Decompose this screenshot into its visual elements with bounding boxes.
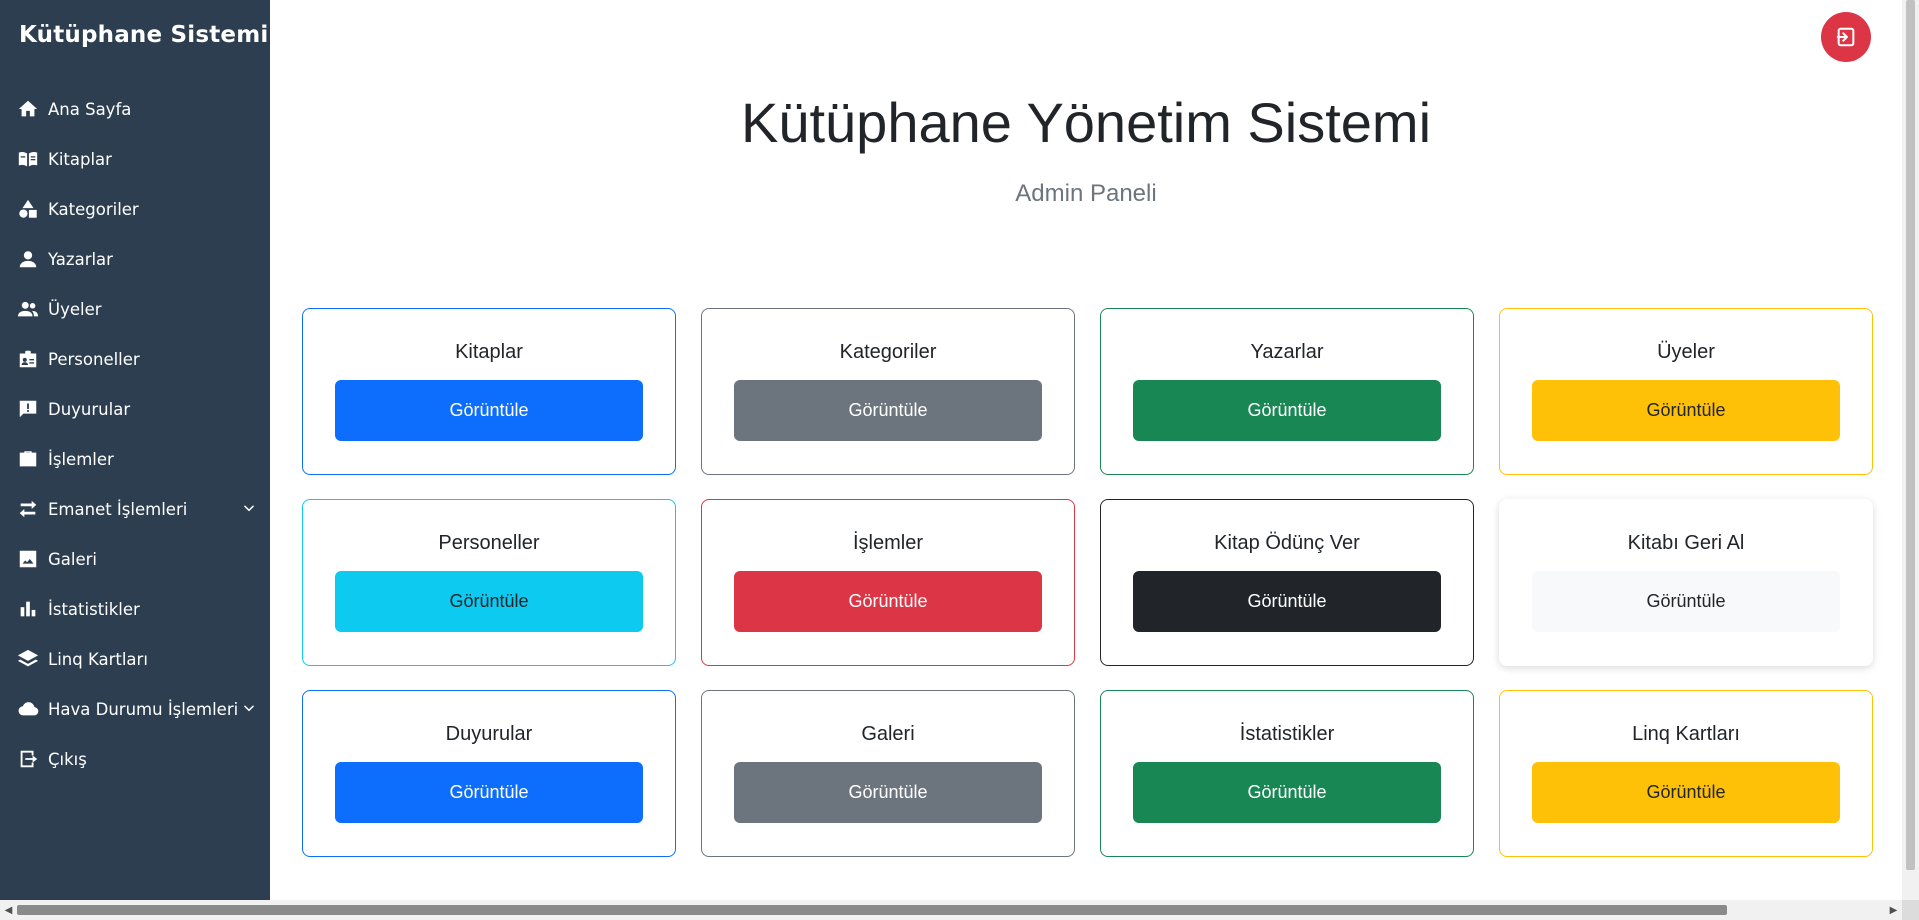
page-title: Kütüphane Yönetim Sistemi (740, 91, 1432, 154)
brand-title[interactable]: Kütüphane Sistemi (0, 0, 270, 70)
sidebar-item-label: Duyurular (48, 399, 131, 419)
sidebar-item-2[interactable]: Kitaplar (0, 134, 270, 184)
view-button[interactable]: Görüntüle (1133, 380, 1441, 441)
card-title: Kitaplar (455, 341, 523, 363)
card-title: Personeller (438, 532, 540, 554)
view-button[interactable]: Görüntüle (335, 380, 643, 441)
card-title: İşlemler (852, 532, 923, 554)
sidebar-item-label: Kategoriler (48, 199, 139, 219)
sidebar-item-13[interactable]: Hava Durumu İşlemleri (0, 684, 270, 734)
user-icon (16, 247, 40, 271)
vertical-scrollbar-thumb[interactable] (1906, 0, 1915, 870)
sidebar-item-label: Ana Sayfa (48, 99, 132, 119)
chevron-down-icon[interactable] (242, 500, 256, 519)
sidebar: Kütüphane Sistemi Ana Sayfa Kitaplar Kateg… (0, 0, 270, 900)
image-icon (16, 547, 40, 571)
card: Galeri Görüntüle (701, 690, 1075, 857)
sidebar-item-label: Çıkış (48, 749, 87, 769)
swap-arrows-icon (16, 497, 40, 521)
card: İstatistikler Görüntüle (1100, 690, 1474, 857)
card: Kitap Ödünç Ver Görüntüle (1100, 499, 1474, 666)
chevron-down-icon[interactable] (242, 700, 256, 719)
view-button[interactable]: Görüntüle (1532, 762, 1840, 823)
logout-button[interactable] (1821, 12, 1871, 62)
view-button[interactable]: Görüntüle (1532, 571, 1840, 632)
sidebar-nav: Ana Sayfa Kitaplar Kategoriler Yazarlar Üyel… (0, 84, 270, 784)
sidebar-item-7[interactable]: Duyurular (0, 384, 270, 434)
card-grid: Kitaplar Görüntüle Kategoriler Görüntüle Yaz… (302, 308, 1873, 857)
view-button[interactable]: Görüntüle (734, 380, 1042, 441)
bar-chart-icon (16, 597, 40, 621)
sidebar-item-9[interactable]: Emanet İşlemleri (0, 484, 270, 534)
card-title: Kitabı Geri Al (1627, 532, 1745, 554)
sidebar-item-label: Personeller (48, 349, 140, 369)
view-button[interactable]: Görüntüle (335, 571, 643, 632)
card: Üyeler Görüntüle (1499, 308, 1873, 475)
main-content: Kütüphane Yönetim Sistemi Admin Paneli K… (270, 0, 1902, 900)
view-button[interactable]: Görüntüle (1133, 762, 1441, 823)
sidebar-item-3[interactable]: Kategoriler (0, 184, 270, 234)
card-title: Linq Kartları (1632, 723, 1740, 745)
page-subtitle: Admin Paneli (1015, 180, 1157, 207)
view-button[interactable]: Görüntüle (1133, 571, 1441, 632)
cloud-icon (16, 697, 40, 721)
view-button[interactable]: Görüntüle (335, 762, 643, 823)
sidebar-item-12[interactable]: Linq Kartları (0, 634, 270, 684)
card: Kitaplar Görüntüle (302, 308, 676, 475)
sidebar-item-6[interactable]: Personeller (0, 334, 270, 384)
sidebar-item-10[interactable]: Galeri (0, 534, 270, 584)
layers-icon (16, 647, 40, 671)
scroll-left-icon[interactable]: ◀ (0, 900, 17, 920)
briefcase-icon (16, 447, 40, 471)
horizontal-scrollbar[interactable]: ◀ ▶ (0, 900, 1902, 920)
card-title: Galeri (861, 723, 915, 745)
vertical-scrollbar[interactable] (1902, 0, 1919, 900)
logout-icon (16, 747, 40, 771)
sidebar-item-label: Üyeler (48, 299, 102, 319)
scrollbar-corner (1902, 900, 1919, 920)
users-icon (16, 297, 40, 321)
sidebar-item-8[interactable]: İşlemler (0, 434, 270, 484)
view-button[interactable]: Görüntüle (734, 571, 1042, 632)
card-title: İstatistikler (1239, 723, 1335, 745)
logout-icon (1836, 27, 1855, 47)
view-button[interactable]: Görüntüle (1532, 380, 1840, 441)
card-title: Yazarlar (1250, 341, 1324, 363)
sidebar-item-label: İstatistikler (48, 599, 140, 619)
card: Kitabı Geri Al Görüntüle (1499, 499, 1873, 666)
card: Yazarlar Görüntüle (1100, 308, 1474, 475)
id-badge-icon (16, 347, 40, 371)
card: Linq Kartları Görüntüle (1499, 690, 1873, 857)
sidebar-item-1[interactable]: Ana Sayfa (0, 84, 270, 134)
sidebar-item-4[interactable]: Yazarlar (0, 234, 270, 284)
sidebar-item-label: Kitaplar (48, 149, 112, 169)
sidebar-item-label: Hava Durumu İşlemleri (48, 699, 239, 719)
sidebar-item-11[interactable]: İstatistikler (0, 584, 270, 634)
card-title: Duyurular (445, 723, 533, 745)
sidebar-item-label: Emanet İşlemleri (48, 499, 188, 519)
sidebar-item-label: İşlemler (48, 449, 114, 469)
shapes-icon (16, 197, 40, 221)
sidebar-item-5[interactable]: Üyeler (0, 284, 270, 334)
sidebar-item-label: Galeri (48, 549, 98, 569)
sidebar-item-label: Linq Kartları (48, 649, 148, 669)
card: Kategoriler Görüntüle (701, 308, 1075, 475)
sidebar-item-14[interactable]: Çıkış (0, 734, 270, 784)
card-title: Kategoriler (839, 341, 937, 363)
card: İşlemler Görüntüle (701, 499, 1075, 666)
announcement-icon (16, 397, 40, 421)
sidebar-item-label: Yazarlar (48, 249, 113, 269)
card: Personeller Görüntüle (302, 499, 676, 666)
home-icon (16, 97, 40, 121)
horizontal-scrollbar-thumb[interactable] (17, 905, 1727, 915)
card: Duyurular Görüntüle (302, 690, 676, 857)
book-open-icon (16, 147, 40, 171)
card-title: Üyeler (1657, 341, 1715, 363)
view-button[interactable]: Görüntüle (734, 762, 1042, 823)
card-title: Kitap Ödünç Ver (1214, 532, 1360, 554)
scroll-right-icon[interactable]: ▶ (1885, 900, 1902, 920)
